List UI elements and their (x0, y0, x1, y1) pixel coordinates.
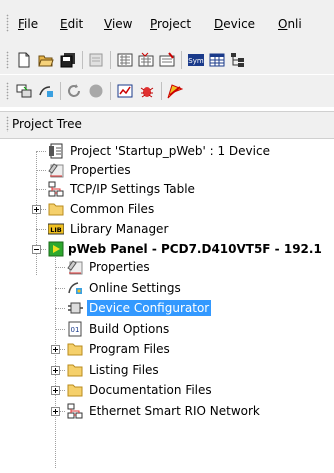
svg-text:Sym: Sym (188, 57, 204, 65)
folder-icon (67, 343, 83, 356)
folder-icon (67, 384, 83, 397)
tree-guide (55, 308, 65, 309)
toolbar-separator (82, 51, 83, 69)
tree-guide (55, 288, 65, 289)
menu-file[interactable]: File (18, 17, 38, 31)
expand-documentation-files[interactable] (51, 386, 60, 395)
project-tree: Project 'Startup_pWeb' : 1 Device Proper… (0, 139, 334, 473)
collapse-pweb-panel[interactable] (32, 245, 41, 254)
network-icon (67, 403, 83, 419)
tree-guide (36, 229, 46, 230)
tree-guide (55, 329, 65, 330)
folder-icon (67, 364, 83, 377)
expand-ethernet-rio[interactable] (51, 407, 60, 416)
clean-icon[interactable] (159, 52, 175, 68)
expand-program-files[interactable] (51, 345, 60, 354)
project-tree-header: Project Tree (0, 111, 334, 139)
expand-common-files[interactable] (32, 205, 41, 214)
svg-text:LIB: LIB (50, 226, 62, 234)
folder-icon (48, 203, 64, 216)
properties-icon (48, 163, 64, 178)
menu-view[interactable]: View (104, 17, 132, 31)
toolbar-separator (161, 82, 162, 100)
table-icon[interactable] (209, 52, 225, 68)
configurator-icon (68, 302, 83, 314)
panel-grip[interactable] (6, 116, 9, 132)
menu-edit[interactable]: Edit (60, 17, 83, 31)
toolbar-separator (60, 82, 61, 100)
toolbar-grip[interactable] (6, 51, 9, 69)
toolbar-standard: Sym (0, 46, 334, 74)
properties-icon (67, 260, 83, 275)
tree-guide (36, 170, 46, 171)
toolbar-separator (110, 51, 111, 69)
tree-icon[interactable] (230, 52, 246, 68)
diagnostics-icon[interactable] (117, 83, 133, 99)
rebuild-icon[interactable] (138, 52, 154, 68)
download-icon[interactable] (16, 83, 32, 99)
save-all-icon[interactable] (60, 52, 76, 68)
panel-title: Project Tree (12, 117, 82, 131)
menu-grip[interactable] (6, 14, 9, 32)
menu-bar: File Edit View Project Device Onli (0, 0, 334, 46)
menu-online[interactable]: Onli (278, 17, 302, 31)
symbol-editor-icon[interactable]: Sym (188, 52, 204, 68)
device-icon (48, 241, 64, 257)
tree-guide (36, 151, 46, 152)
tree-guide (36, 189, 46, 190)
menu-device[interactable]: Device (214, 17, 255, 31)
menu-project[interactable]: Project (150, 17, 191, 31)
build-icon[interactable] (117, 52, 133, 68)
open-folder-icon[interactable] (38, 52, 54, 68)
toolbar-separator (181, 51, 182, 69)
go-online-icon[interactable] (66, 83, 82, 99)
toolbar-grip[interactable] (6, 82, 9, 100)
flag-icon[interactable] (167, 83, 183, 99)
build-options-icon: 01 (68, 321, 82, 337)
stop-icon[interactable] (88, 83, 104, 99)
expand-listing-files[interactable] (51, 366, 60, 375)
bug-icon[interactable] (139, 83, 155, 99)
project-icon (49, 143, 63, 159)
library-icon: LIB (48, 223, 64, 235)
tree-guide (55, 267, 65, 268)
toolbar-online (0, 75, 334, 107)
properties-icon[interactable] (88, 52, 104, 68)
network-icon (48, 181, 64, 197)
svg-text:01: 01 (71, 326, 80, 334)
new-file-icon[interactable] (16, 52, 32, 68)
online-settings-icon (68, 282, 82, 294)
online-settings-icon[interactable] (38, 83, 54, 99)
toolbar-separator (110, 82, 111, 100)
